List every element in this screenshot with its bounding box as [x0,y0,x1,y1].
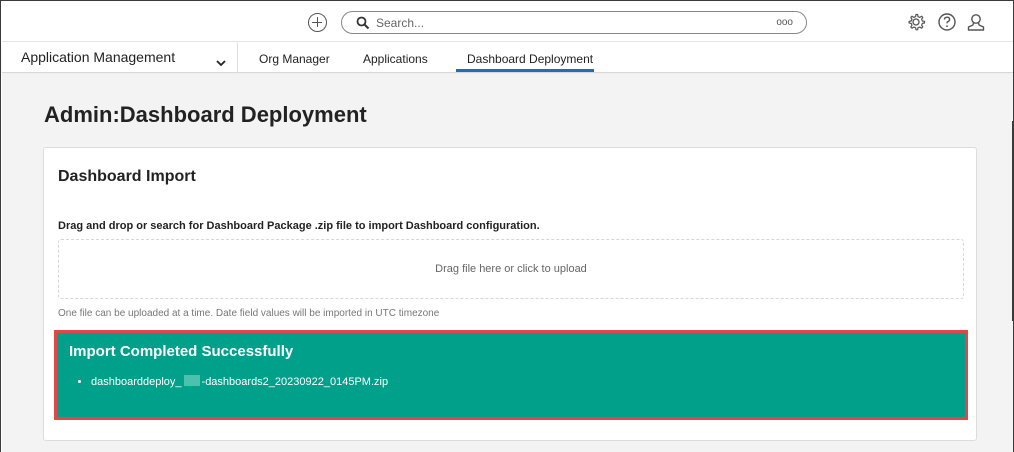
imported-file-list: dashboarddeploy_ -dashboards2_20230922_01… [91,375,388,388]
gear-icon[interactable] [906,12,926,32]
tab-applications[interactable]: Applications [363,52,428,66]
plus-circle-icon[interactable] [308,13,327,32]
search-options-icon[interactable]: ooo [776,17,793,28]
imported-file-name-suffix: -dashboards2_20230922_0145PM.zip [201,376,389,388]
page-title-separator: : [112,102,120,127]
dropzone-label: Drag file here or click to upload [435,263,587,275]
app-switcher-label[interactable]: Application Management [21,49,175,65]
search-input[interactable]: Search... ooo [341,11,807,34]
upload-note: One file can be uploaded at a time. Date… [58,308,440,319]
top-bar: Search... ooo [2,2,1013,42]
help-icon[interactable] [937,12,957,32]
success-title: Import Completed Successfully [69,343,294,360]
page-title-suffix: Dashboard Deployment [119,102,367,127]
redacted-block [183,375,200,386]
import-success-panel: Import Completed Successfully dashboardd… [54,330,968,420]
search-icon [356,16,370,30]
tab-org-manager[interactable]: Org Manager [259,52,330,66]
main-content: Admin:Dashboard Deployment Dashboard Imp… [2,74,1013,452]
dashboard-import-card: Dashboard Import Drag and drop or search… [43,147,977,441]
user-icon[interactable] [966,12,986,32]
tab-dashboard-deployment[interactable]: Dashboard Deployment [467,52,593,66]
imported-file-name-prefix: dashboarddeploy_ [91,376,182,388]
active-tab-indicator [456,69,594,72]
chevron-down-icon[interactable] [216,54,226,72]
nav-divider [237,43,238,73]
app-window: Search... ooo Application Management Org… [0,0,1014,452]
page-title-prefix: Admin [44,102,113,127]
page-title: Admin:Dashboard Deployment [44,102,367,128]
card-title: Dashboard Import [58,168,196,185]
import-instruction: Drag and drop or search for Dashboard Pa… [58,220,540,232]
file-dropzone[interactable]: Drag file here or click to upload [58,239,964,299]
search-placeholder: Search... [376,16,425,30]
nav-bar: Application Management Org Manager Appli… [2,43,1013,73]
list-item: dashboarddeploy_ -dashboards2_20230922_01… [91,375,388,388]
